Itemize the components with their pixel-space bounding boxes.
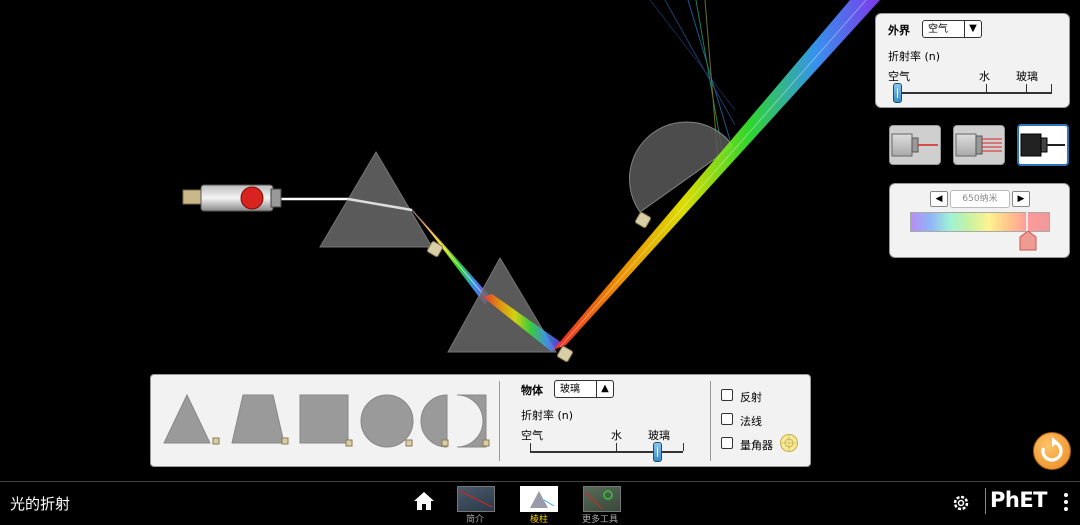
wavelength-next-button[interactable]: ▶ (1012, 191, 1030, 207)
environment-tick-air: 空气 (888, 70, 910, 83)
wavelength-prev-button[interactable]: ◀ (930, 191, 948, 207)
laser-pointer[interactable] (182, 184, 282, 212)
chevron-down-icon: ▼ (964, 21, 981, 37)
object-refraction-label: 折射率 (n) (521, 409, 574, 422)
environment-medium-select[interactable]: 空气 ▼ (922, 20, 982, 38)
rotate-handle-semicircle[interactable] (635, 212, 651, 228)
reset-icon (1041, 437, 1063, 462)
white-light-button[interactable] (1017, 124, 1069, 166)
object-title: 物体 (521, 384, 543, 397)
protractor-label: 量角器 (740, 439, 773, 452)
prism-thumbnail-icon (524, 491, 555, 508)
object-tick-air: 空气 (521, 429, 543, 442)
shape-toolbox (163, 393, 490, 448)
white-light-icon (1020, 133, 1065, 157)
environment-tick-glass: 玻璃 (1016, 70, 1038, 83)
more-tools-thumbnail-icon (585, 490, 613, 510)
output-beam (553, 0, 880, 350)
object-tick-water: 水 (611, 429, 622, 442)
environment-slider-tick (1051, 84, 1052, 92)
laser-on-button[interactable] (240, 186, 264, 210)
object-panel: 物体 玻璃 ▲ 折射率 (n) 空气 水 玻璃 反射 法线 量角器 (150, 374, 811, 467)
chevron-right-icon: ▶ (1017, 194, 1025, 204)
tab-prisms-label: 棱柱 (530, 515, 549, 525)
parallel-rays-button[interactable] (953, 125, 1005, 165)
normal-checkbox[interactable] (721, 413, 733, 425)
triangle-shape[interactable] (163, 393, 220, 445)
more-options-icon[interactable] (1061, 492, 1071, 512)
object-slider-tick (683, 443, 684, 451)
reset-all-button[interactable] (1033, 432, 1071, 470)
chevron-left-icon: ◀ (935, 194, 943, 204)
environment-slider-tick (986, 84, 987, 92)
environment-medium-value: 空气 (928, 24, 948, 35)
circle-shape[interactable] (360, 394, 414, 448)
phet-logo[interactable]: PhET (985, 488, 1056, 514)
environment-slider-tick (1026, 84, 1027, 92)
intro-thumbnail-icon (459, 490, 493, 508)
object-medium-select[interactable]: 玻璃 ▲ (554, 380, 614, 398)
panel-divider (710, 381, 711, 461)
environment-tick-water: 水 (979, 70, 990, 83)
object-medium-value: 玻璃 (560, 384, 580, 395)
square-shape[interactable] (299, 394, 353, 447)
wavelength-value: 650纳米 (962, 194, 998, 204)
object-slider-tick (616, 443, 617, 451)
home-icon[interactable] (413, 490, 435, 512)
tab-intro[interactable] (457, 486, 495, 512)
tab-intro-label: 简介 (466, 515, 485, 525)
normal-label: 法线 (740, 415, 762, 428)
panel-divider (499, 381, 500, 461)
single-ray-icon (891, 133, 938, 157)
tab-more-tools-label: 更多工具 (582, 515, 619, 525)
environment-title: 外界 (888, 24, 910, 37)
navigation-bar: 光的折射 简介 棱柱 更多工具 PhET (0, 481, 1080, 525)
semicircle-shape[interactable] (420, 394, 490, 448)
environment-refraction-label: 折射率 (n) (888, 50, 941, 63)
object-slider-tick (530, 443, 531, 451)
parallel-rays-icon (955, 133, 1002, 157)
environment-slider-track[interactable] (896, 92, 1052, 94)
wavelength-value-box: 650纳米 (950, 190, 1010, 208)
trapezoid-shape[interactable] (231, 394, 289, 445)
rotate-handle-prism-2[interactable] (557, 346, 573, 362)
environment-panel: 外界 空气 ▼ 折射率 (n) 空气 水 玻璃 (875, 13, 1070, 108)
single-ray-button[interactable] (889, 125, 941, 165)
reflection-label: 反射 (740, 391, 762, 404)
chevron-up-icon: ▲ (596, 381, 613, 397)
protractor-icon (780, 434, 798, 452)
gear-icon[interactable] (951, 493, 971, 513)
wavelength-panel: ◀ 650纳米 ▶ (889, 183, 1070, 258)
object-tick-glass: 玻璃 (648, 429, 670, 442)
tab-prisms[interactable] (520, 486, 558, 512)
object-slider-thumb[interactable] (653, 442, 662, 462)
reflection-checkbox[interactable] (721, 389, 733, 401)
wavelength-spectrum[interactable] (910, 212, 1050, 232)
tab-more-tools[interactable] (583, 486, 621, 512)
wavelength-slider-thumb[interactable] (1019, 231, 1037, 251)
phet-logo-text: PhET (990, 488, 1048, 512)
wavelength-slider-line (1026, 211, 1028, 233)
environment-slider-thumb[interactable] (893, 83, 902, 103)
protractor-checkbox[interactable] (721, 437, 733, 449)
app-title: 光的折射 (10, 495, 71, 513)
